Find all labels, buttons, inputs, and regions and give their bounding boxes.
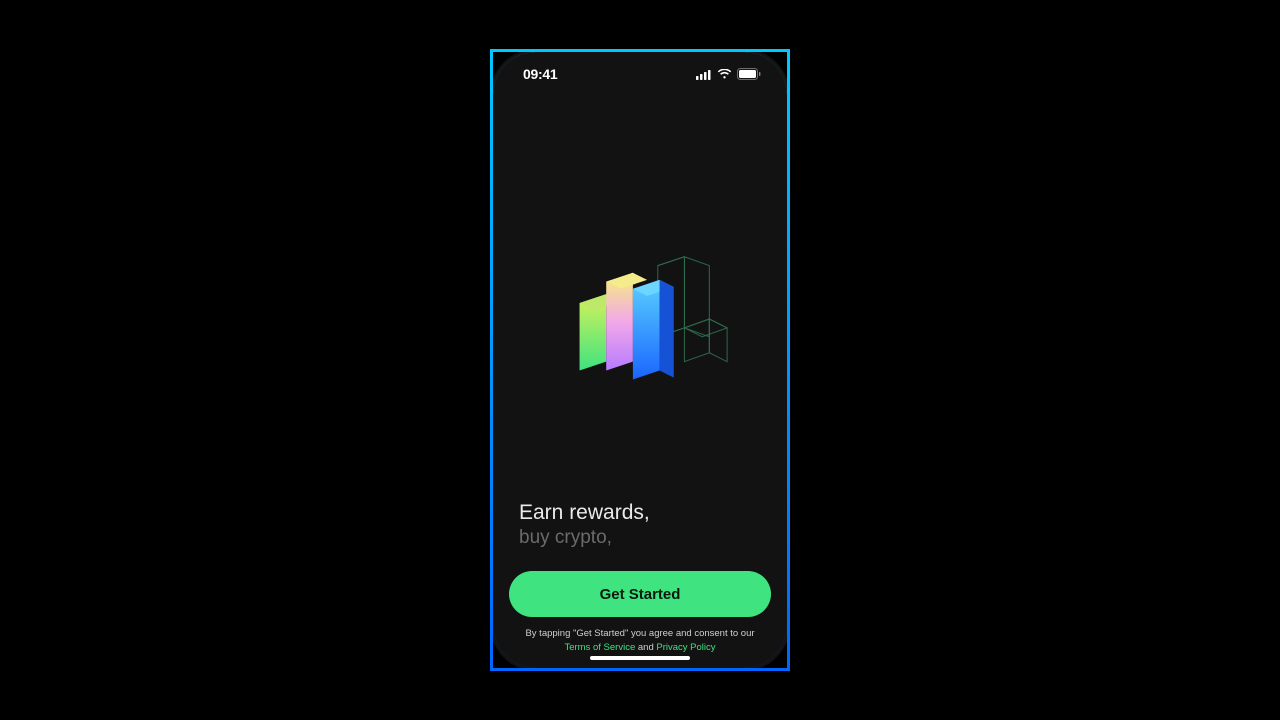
bars-3d-logo-icon [550, 239, 730, 399]
onboarding-content: Earn rewards, buy crypto, Get Started By… [493, 96, 787, 668]
phone-screen: 09:41 [493, 52, 787, 668]
phone-device-frame: 09:41 [490, 49, 790, 671]
status-bar: 09:41 [493, 52, 787, 96]
mute-switch [490, 162, 491, 188]
privacy-policy-link[interactable]: Privacy Policy [656, 642, 715, 653]
home-indicator[interactable] [590, 656, 690, 660]
get-started-button[interactable]: Get Started [509, 571, 771, 617]
battery-icon [737, 68, 761, 80]
legal-consent-text: By tapping "Get Started" you agree and c… [509, 627, 771, 654]
tagline-line-1: Earn rewards, [519, 501, 761, 525]
legal-and: and [635, 642, 656, 653]
tagline-line-2: buy crypto, [519, 527, 761, 549]
power-button [789, 222, 790, 286]
cellular-signal-icon [696, 69, 712, 80]
terms-of-service-link[interactable]: Terms of Service [564, 642, 635, 653]
volume-down-button [490, 252, 491, 294]
legal-prefix: By tapping "Get Started" you agree and c… [525, 628, 754, 639]
status-indicators [696, 68, 761, 80]
tagline: Earn rewards, buy crypto, [509, 501, 771, 571]
volume-up-button [490, 202, 491, 244]
wifi-icon [717, 69, 732, 80]
status-time: 09:41 [523, 66, 557, 82]
hero-illustration [509, 96, 771, 501]
